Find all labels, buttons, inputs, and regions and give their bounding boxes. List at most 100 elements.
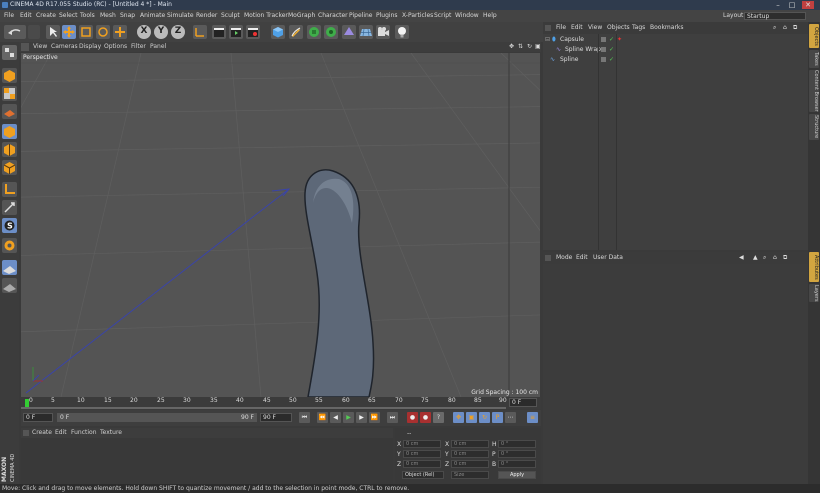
attributes-menu-edit[interactable]: Edit [576,252,588,264]
model-mode-button[interactable] [2,68,17,83]
parameter-key-button[interactable]: P [492,412,503,423]
minimize-button[interactable]: – [772,1,784,9]
visible-check-icon[interactable]: ✓ [609,55,614,65]
edges-mode-button[interactable] [2,142,17,157]
material-area[interactable] [21,438,393,484]
viewport-menu-view[interactable]: View [33,42,47,52]
subdivision-surface-button[interactable] [307,25,321,39]
layer-icon[interactable] [601,57,606,62]
menu-mesh[interactable]: Mesh [100,10,116,22]
coordinate-mode-select[interactable]: Object (Rel) [402,471,444,479]
material-menu-create[interactable]: Create [32,428,52,438]
material-menu-texture[interactable]: Texture [100,428,122,438]
menu-sculpt[interactable]: Sculpt [221,10,240,22]
menu-file[interactable]: File [4,10,14,22]
size-mode-select[interactable]: Size [451,471,489,479]
scale-tool-button[interactable] [79,25,93,39]
menu-help[interactable]: Help [483,10,497,22]
menu-animate[interactable]: Animate [140,10,165,22]
go-to-end-button[interactable]: ⏭ [387,412,398,423]
attributes-menu-mode[interactable]: Mode [556,252,572,264]
previous-frame-button[interactable]: ◀ [330,412,341,423]
coordinate-system-button[interactable] [193,25,207,39]
tab-content-browser[interactable]: Content Browser [809,70,819,112]
pos-x-field[interactable]: 0 cm [403,440,441,448]
scale-key-button[interactable]: ▣ [466,412,477,423]
render-settings-button[interactable] [246,25,260,39]
tab-structure[interactable]: Structure [809,114,819,140]
menu-create[interactable]: Create [36,10,56,22]
material-menu-function[interactable]: Function [71,428,97,438]
menu-snap[interactable]: Snap [120,10,135,22]
menu-pipeline[interactable]: Pipeline [349,10,372,22]
cube-object-button[interactable] [271,25,285,39]
timeline-menu-button[interactable]: ≡ [527,412,538,423]
current-frame-field[interactable]: 0 F [23,413,53,422]
objects-menu-objects[interactable]: Objects [607,22,630,34]
y-axis-button[interactable]: Y [154,25,168,39]
objects-lock-icon[interactable]: ⌂ [783,22,787,34]
tab-takes[interactable]: Takes [809,50,819,68]
frame-range-slider[interactable]: 0 F 90 F [57,413,257,422]
capsule-object[interactable] [304,169,375,397]
pos-y-field[interactable]: 0 cm [403,450,441,458]
rotate-tool-button[interactable] [96,25,110,39]
make-editable-button[interactable] [2,45,17,60]
move-tool-button[interactable] [62,25,76,39]
play-button[interactable]: ▶ [343,412,354,423]
layer-icon[interactable] [601,37,606,42]
size-y-field[interactable]: 0 cm [451,450,489,458]
viewport-menu-filter[interactable]: Filter [131,42,146,52]
viewport-menu-options[interactable]: Options [104,42,127,52]
objects-menu-file[interactable]: File [556,22,566,34]
material-menu-edit[interactable]: Edit [55,428,67,438]
floor-button[interactable] [359,25,373,39]
autokey-button[interactable]: ● [420,412,431,423]
tweak-mode-button[interactable] [2,200,17,215]
pla-key-button[interactable]: ⋯ [505,412,516,423]
collapse-icon[interactable]: ⊟ [545,35,550,45]
attributes-lock-icon[interactable]: ⌂ [773,252,777,264]
axis-mode-button[interactable] [2,182,17,197]
workplane-mode-button[interactable] [2,104,17,119]
viewport-menu-display[interactable]: Display [79,42,101,52]
lock-axis-button[interactable] [2,238,17,253]
max-frame-field[interactable]: 90 F [260,413,292,422]
camera-button[interactable] [376,25,390,39]
menu-character[interactable]: Character [318,10,348,22]
timeline-end-frame[interactable]: 0 F [509,398,537,407]
viewport[interactable]: Perspective Grid Spacing : 100 cm [21,53,540,397]
object-row-spline[interactable]: ∿ Spline ✓ [543,55,808,65]
menu-window[interactable]: Window [455,10,479,22]
live-selection-button[interactable] [46,25,60,39]
visible-check-icon[interactable]: ✓ [609,35,614,45]
menu-mograph[interactable]: MoGraph [288,10,315,22]
go-to-start-button[interactable]: ⏮ [299,412,310,423]
menu-render[interactable]: Render [196,10,217,22]
menu-simulate[interactable]: Simulate [167,10,194,22]
size-z-field[interactable]: 0 cm [451,460,489,468]
object-row-spline-wrap[interactable]: ∿ Spline Wrap ✓ [543,45,808,55]
snap-button[interactable]: S [2,218,17,233]
objects-menu-tags[interactable]: Tags [632,22,645,34]
attributes-search-icon[interactable]: ⌕ [763,252,766,264]
menu-x-particles[interactable]: X-Particles [402,10,433,22]
viewport-rotate-icon[interactable]: ↻ [527,42,532,52]
position-key-button[interactable]: ✥ [453,412,464,423]
tab-attributes[interactable]: Attributes [809,252,819,282]
rot-b-field[interactable]: 0 ° [498,460,536,468]
x-axis-button[interactable]: X [137,25,151,39]
objects-new-view-icon[interactable]: ⧉ [793,22,797,34]
tag-icon[interactable]: ✦ [617,35,622,45]
objects-menu-bookmarks[interactable]: Bookmarks [650,22,684,34]
menu-tools[interactable]: Tools [80,10,95,22]
planar-workplane-button[interactable] [2,278,17,293]
menu-select[interactable]: Select [59,10,78,22]
viewport-zoom-icon[interactable]: ⇅ [518,42,523,52]
viewport-menu-cameras[interactable]: Cameras [51,42,78,52]
objects-search-icon[interactable]: ⌕ [773,22,776,34]
attributes-back-icon[interactable]: ◀ [739,252,744,264]
render-picture-viewer-button[interactable] [229,25,243,39]
menu-plugins[interactable]: Plugins [376,10,398,22]
viewport-layout-icon[interactable]: ▣ [535,42,541,52]
